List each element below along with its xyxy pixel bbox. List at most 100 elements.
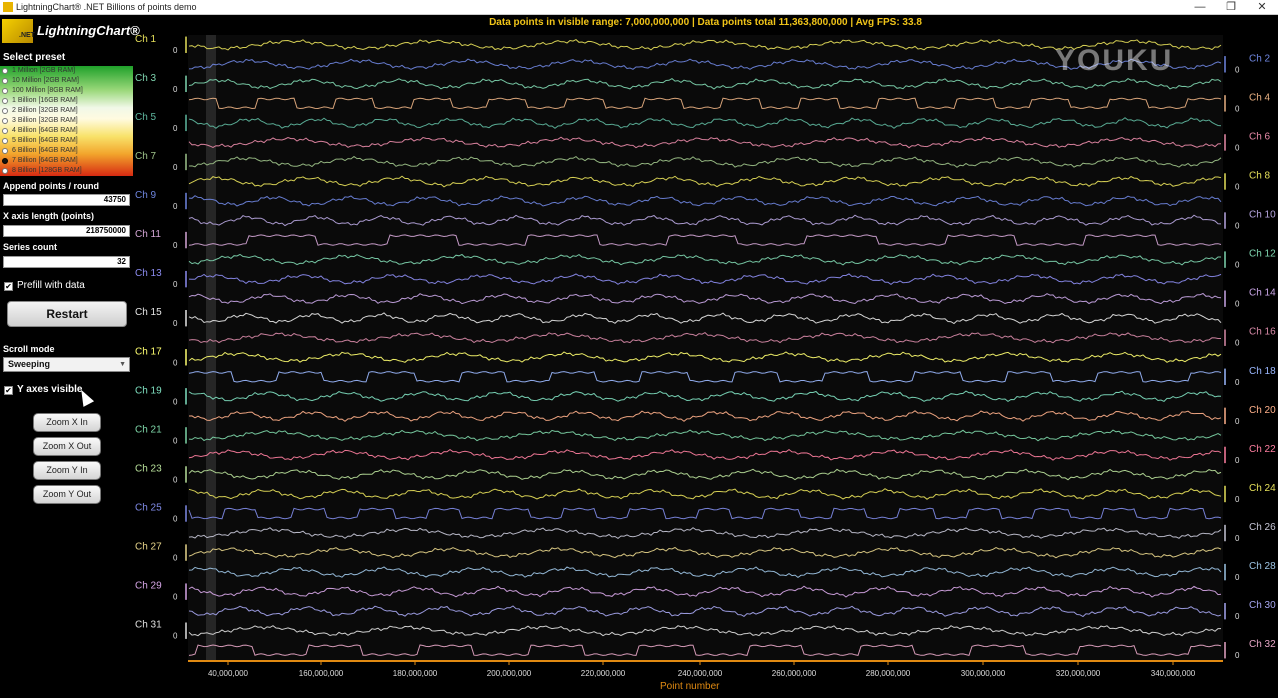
preset-option[interactable]: 4 Billion [64GB RAM] <box>0 126 133 136</box>
scroll-mode-select[interactable]: Sweeping ▼ <box>3 357 130 372</box>
channel-label: Ch 10 <box>1249 210 1276 221</box>
preset-option[interactable]: 1 Billion [16GB RAM] <box>0 96 133 106</box>
zoom-y-out-button[interactable]: Zoom Y Out <box>33 485 101 504</box>
preset-label: 2 Billion [32GB RAM] <box>12 107 78 114</box>
channel-label: Ch 25 <box>135 503 162 514</box>
radio-icon[interactable] <box>2 98 8 104</box>
channel-label: Ch 7 <box>135 151 157 162</box>
channel-label: Ch 2 <box>1249 53 1271 64</box>
y-tick-label: 0 <box>1235 612 1240 621</box>
close-button[interactable]: ✕ <box>1248 0 1276 15</box>
preset-option[interactable]: 1 Million [2GB RAM] <box>0 66 133 76</box>
y-tick-label: 0 <box>173 515 178 524</box>
x-tick-label: 220,000,000 <box>581 669 626 678</box>
channel-label: Ch 5 <box>135 112 157 123</box>
preset-option[interactable]: 10 Million [2GB RAM] <box>0 76 133 86</box>
channel-label: Ch 17 <box>135 346 162 357</box>
y-tick-label: 0 <box>173 475 178 484</box>
y-tick-label: 0 <box>1235 104 1240 113</box>
maximize-button[interactable]: ❐ <box>1217 0 1245 15</box>
y-tick-label: 0 <box>173 593 178 602</box>
chart-area[interactable]: Ch 10Ch 20Ch 30Ch 40Ch 50Ch 60Ch 70Ch 80… <box>133 15 1278 698</box>
preset-label: 3 Billion [32GB RAM] <box>12 117 78 124</box>
y-tick-label: 0 <box>1235 182 1240 191</box>
y-tick-label: 0 <box>173 319 178 328</box>
x-tick-label: 180,000,000 <box>393 669 438 678</box>
preset-label: 8 Billion [128GB RAM] <box>12 167 82 174</box>
y-tick-label: 0 <box>173 436 178 445</box>
preset-option[interactable]: 5 Billion [64GB RAM] <box>0 136 133 146</box>
y-tick-label: 0 <box>1235 573 1240 582</box>
preset-label: 6 Billion [64GB RAM] <box>12 147 78 154</box>
window-title: LightningChart® .NET Billions of points … <box>16 2 197 12</box>
radio-icon[interactable] <box>2 138 8 144</box>
radio-icon[interactable] <box>2 168 8 174</box>
radio-icon[interactable] <box>2 108 8 114</box>
preset-label: 1 Billion [16GB RAM] <box>12 97 78 104</box>
series-count-input[interactable]: 32 <box>3 256 130 268</box>
xaxis-length-input[interactable]: 218750000 <box>3 225 130 237</box>
channel-label: Ch 8 <box>1249 170 1271 181</box>
preset-option[interactable]: 2 Billion [32GB RAM] <box>0 106 133 116</box>
channel-label: Ch 4 <box>1249 92 1271 103</box>
y-tick-label: 0 <box>1235 456 1240 465</box>
series-count-label: Series count <box>3 242 58 252</box>
radio-icon[interactable] <box>2 158 8 164</box>
channel-label: Ch 3 <box>135 73 157 84</box>
y-tick-label: 0 <box>1235 65 1240 74</box>
y-tick-label: 0 <box>173 202 178 211</box>
yaxes-visible-label: Y axes visible <box>17 384 83 395</box>
preset-option[interactable]: 8 Billion [128GB RAM] <box>0 166 133 176</box>
preset-option[interactable]: 3 Billion [32GB RAM] <box>0 116 133 126</box>
prefill-checkbox[interactable]: ✔ <box>4 282 13 291</box>
channel-label: Ch 22 <box>1249 444 1276 455</box>
y-tick-label: 0 <box>173 358 178 367</box>
channel-label: Ch 14 <box>1249 288 1276 299</box>
y-tick-label: 0 <box>1235 143 1240 152</box>
lightningchart-logo: .NET LightningChart® <box>2 19 140 43</box>
zoom-x-out-button[interactable]: Zoom X Out <box>33 437 101 456</box>
append-points-input[interactable]: 43750 <box>3 194 130 206</box>
y-tick-label: 0 <box>173 85 178 94</box>
x-tick-label: 320,000,000 <box>1056 669 1101 678</box>
logo-net-text: .NET <box>19 32 35 39</box>
channel-label: Ch 12 <box>1249 249 1276 260</box>
radio-icon[interactable] <box>2 128 8 134</box>
preset-label: 5 Billion [64GB RAM] <box>12 137 78 144</box>
radio-icon[interactable] <box>2 88 8 94</box>
x-tick-label: 260,000,000 <box>772 669 817 678</box>
channel-label: Ch 24 <box>1249 483 1276 494</box>
x-tick-label: 240,000,000 <box>678 669 723 678</box>
y-tick-label: 0 <box>173 397 178 406</box>
y-tick-label: 0 <box>1235 651 1240 660</box>
zoom-x-in-button[interactable]: Zoom X In <box>33 413 101 432</box>
preset-option[interactable]: 100 Million [8GB RAM] <box>0 86 133 96</box>
preset-label: 7 Billion [64GB RAM] <box>12 157 78 164</box>
y-tick-label: 0 <box>173 46 178 55</box>
x-tick-label: 160,000,000 <box>299 669 344 678</box>
preset-option[interactable]: 6 Billion [64GB RAM] <box>0 146 133 156</box>
radio-icon[interactable] <box>2 68 8 74</box>
y-tick-label: 0 <box>173 554 178 563</box>
radio-icon[interactable] <box>2 148 8 154</box>
radio-icon[interactable] <box>2 118 8 124</box>
preset-list: 1 Million [2GB RAM] 10 Million [2GB RAM] 1… <box>0 66 133 176</box>
plot-background[interactable] <box>188 35 1223 660</box>
channel-label: Ch 19 <box>135 385 162 396</box>
zoom-y-in-button[interactable]: Zoom Y In <box>33 461 101 480</box>
radio-icon[interactable] <box>2 78 8 84</box>
x-tick-label: 200,000,000 <box>487 669 532 678</box>
preset-title: Select preset <box>3 52 66 63</box>
yaxes-visible-checkbox[interactable]: ✔ <box>4 386 13 395</box>
channel-label: Ch 18 <box>1249 366 1276 377</box>
preset-option[interactable]: 7 Billion [64GB RAM] <box>0 156 133 166</box>
y-tick-label: 0 <box>1235 300 1240 309</box>
y-tick-label: 0 <box>1235 534 1240 543</box>
channel-label: Ch 15 <box>135 307 162 318</box>
channel-label: Ch 26 <box>1249 522 1276 533</box>
minimize-button[interactable]: — <box>1186 0 1214 15</box>
restart-button[interactable]: Restart <box>7 301 127 327</box>
y-tick-label: 0 <box>173 163 178 172</box>
y-tick-label: 0 <box>1235 417 1240 426</box>
sweep-gap <box>206 35 216 660</box>
